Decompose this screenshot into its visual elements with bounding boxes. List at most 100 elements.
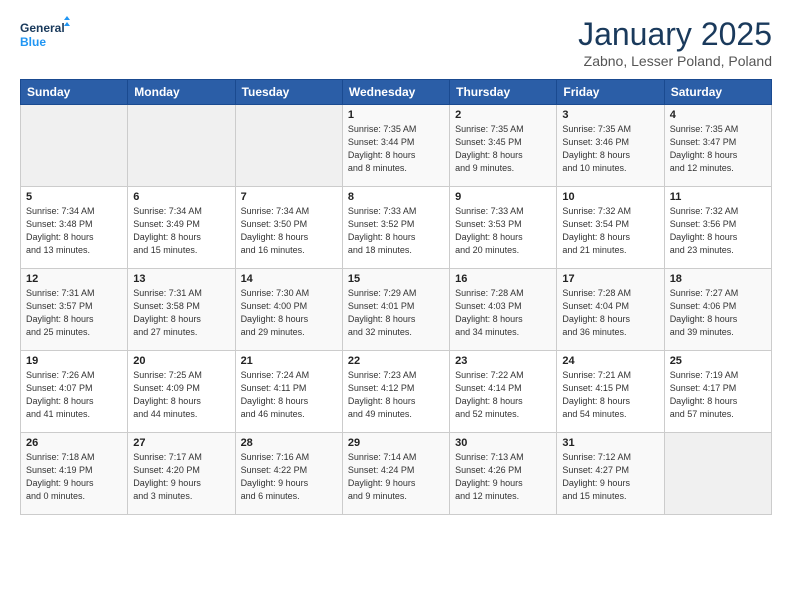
svg-text:Blue: Blue: [20, 35, 46, 49]
calendar-cell: [128, 105, 235, 187]
calendar-cell: 21 Sunrise: 7:24 AMSunset: 4:11 PMDayligh…: [235, 351, 342, 433]
day-number: 15: [348, 273, 444, 285]
day-number: 28: [241, 437, 337, 449]
week-row-4: 19 Sunrise: 7:26 AMSunset: 4:07 PMDayligh…: [21, 351, 772, 433]
day-number: 27: [133, 437, 229, 449]
calendar-cell: 24Sunrise: 7:21 AMSunset: 4:15 PMDayligh…: [557, 351, 664, 433]
calendar-page: General Blue January 2025 Zabno, Lesser …: [0, 0, 792, 612]
day-info: Sunrise: 7:22 AMSunset: 4:14 PMDaylight:…: [455, 369, 551, 421]
logo-svg: General Blue: [20, 16, 70, 56]
weekday-header-row: SundayMondayTuesdayWednesdayThursdayFrid…: [21, 80, 772, 105]
day-number: 23: [455, 355, 551, 367]
calendar-cell: 7 Sunrise: 7:34 AMSunset: 3:50 PMDaylight…: [235, 187, 342, 269]
calendar-cell: 15 Sunrise: 7:29 AMSunset: 4:01 PMDayligh…: [342, 269, 449, 351]
calendar-cell: 16Sunrise: 7:28 AMSunset: 4:03 PMDayligh…: [450, 269, 557, 351]
day-info: Sunrise: 7:26 AMSunset: 4:07 PMDaylight:…: [26, 369, 122, 421]
week-row-2: 5 Sunrise: 7:34 AMSunset: 3:48 PMDaylight…: [21, 187, 772, 269]
day-number: 31: [562, 437, 658, 449]
calendar-cell: 18Sunrise: 7:27 AMSunset: 4:06 PMDayligh…: [664, 269, 771, 351]
day-info: Sunrise: 7:34 AMSunset: 3:49 PMDaylight:…: [133, 205, 229, 257]
day-number: 18: [670, 273, 766, 285]
calendar-cell: 1 Sunrise: 7:35 AMSunset: 3:44 PMDaylight…: [342, 105, 449, 187]
day-number: 12: [26, 273, 122, 285]
calendar-cell: 28Sunrise: 7:16 AMSunset: 4:22 PMDayligh…: [235, 433, 342, 515]
day-number: 20: [133, 355, 229, 367]
day-number: 9: [455, 191, 551, 203]
calendar-cell: 6Sunrise: 7:34 AMSunset: 3:49 PMDaylight…: [128, 187, 235, 269]
day-number: 1: [348, 109, 444, 121]
day-number: 21: [241, 355, 337, 367]
week-row-1: 1 Sunrise: 7:35 AMSunset: 3:44 PMDaylight…: [21, 105, 772, 187]
day-number: 7: [241, 191, 337, 203]
calendar-cell: [235, 105, 342, 187]
day-number: 24: [562, 355, 658, 367]
day-info: Sunrise: 7:23 AMSunset: 4:12 PMDaylight:…: [348, 369, 444, 421]
calendar-cell: 20 Sunrise: 7:25 AMSunset: 4:09 PMDayligh…: [128, 351, 235, 433]
day-info: Sunrise: 7:32 AMSunset: 3:56 PMDaylight:…: [670, 205, 766, 257]
day-number: 25: [670, 355, 766, 367]
calendar-cell: [21, 105, 128, 187]
svg-text:General: General: [20, 21, 65, 35]
calendar-cell: 2Sunrise: 7:35 AMSunset: 3:45 PMDaylight…: [450, 105, 557, 187]
calendar-cell: 9 Sunrise: 7:33 AMSunset: 3:53 PMDaylight…: [450, 187, 557, 269]
day-info: Sunrise: 7:34 AMSunset: 3:48 PMDaylight:…: [26, 205, 122, 257]
day-info: Sunrise: 7:32 AMSunset: 3:54 PMDaylight:…: [562, 205, 658, 257]
day-info: Sunrise: 7:35 AMSunset: 3:46 PMDaylight:…: [562, 123, 658, 175]
day-info: Sunrise: 7:33 AMSunset: 3:52 PMDaylight:…: [348, 205, 444, 257]
day-number: 19: [26, 355, 122, 367]
calendar-cell: 29Sunrise: 7:14 AMSunset: 4:24 PMDayligh…: [342, 433, 449, 515]
weekday-header-tuesday: Tuesday: [235, 80, 342, 105]
week-row-5: 26Sunrise: 7:18 AMSunset: 4:19 PMDayligh…: [21, 433, 772, 515]
weekday-header-monday: Monday: [128, 80, 235, 105]
day-info: Sunrise: 7:30 AMSunset: 4:00 PMDaylight:…: [241, 287, 337, 339]
calendar-cell: 4 Sunrise: 7:35 AMSunset: 3:47 PMDaylight…: [664, 105, 771, 187]
weekday-header-wednesday: Wednesday: [342, 80, 449, 105]
calendar-cell: 12 Sunrise: 7:31 AMSunset: 3:57 PMDayligh…: [21, 269, 128, 351]
day-info: Sunrise: 7:12 AMSunset: 4:27 PMDaylight:…: [562, 451, 658, 503]
day-number: 17: [562, 273, 658, 285]
calendar-cell: [664, 433, 771, 515]
weekday-header-saturday: Saturday: [664, 80, 771, 105]
calendar-cell: 22 Sunrise: 7:23 AMSunset: 4:12 PMDayligh…: [342, 351, 449, 433]
calendar-cell: 13Sunrise: 7:31 AMSunset: 3:58 PMDayligh…: [128, 269, 235, 351]
day-info: Sunrise: 7:24 AMSunset: 4:11 PMDaylight:…: [241, 369, 337, 421]
day-info: Sunrise: 7:29 AMSunset: 4:01 PMDaylight:…: [348, 287, 444, 339]
logo: General Blue: [20, 16, 70, 56]
calendar-cell: 17 Sunrise: 7:28 AMSunset: 4:04 PMDayligh…: [557, 269, 664, 351]
day-info: Sunrise: 7:31 AMSunset: 3:57 PMDaylight:…: [26, 287, 122, 339]
day-number: 22: [348, 355, 444, 367]
day-number: 10: [562, 191, 658, 203]
day-number: 5: [26, 191, 122, 203]
day-number: 30: [455, 437, 551, 449]
day-info: Sunrise: 7:28 AMSunset: 4:03 PMDaylight:…: [455, 287, 551, 339]
day-info: Sunrise: 7:19 AMSunset: 4:17 PMDaylight:…: [670, 369, 766, 421]
calendar-cell: 11 Sunrise: 7:32 AMSunset: 3:56 PMDayligh…: [664, 187, 771, 269]
day-info: Sunrise: 7:18 AMSunset: 4:19 PMDaylight:…: [26, 451, 122, 503]
calendar-cell: 25 Sunrise: 7:19 AMSunset: 4:17 PMDayligh…: [664, 351, 771, 433]
day-number: 8: [348, 191, 444, 203]
day-number: 11: [670, 191, 766, 203]
day-info: Sunrise: 7:35 AMSunset: 3:44 PMDaylight:…: [348, 123, 444, 175]
day-info: Sunrise: 7:34 AMSunset: 3:50 PMDaylight:…: [241, 205, 337, 257]
calendar-cell: 14 Sunrise: 7:30 AMSunset: 4:00 PMDayligh…: [235, 269, 342, 351]
day-number: 2: [455, 109, 551, 121]
calendar-cell: 8 Sunrise: 7:33 AMSunset: 3:52 PMDaylight…: [342, 187, 449, 269]
calendar-table: SundayMondayTuesdayWednesdayThursdayFrid…: [20, 79, 772, 515]
weekday-header-sunday: Sunday: [21, 80, 128, 105]
day-info: Sunrise: 7:35 AMSunset: 3:47 PMDaylight:…: [670, 123, 766, 175]
calendar-title: January 2025: [578, 16, 772, 53]
calendar-cell: 5 Sunrise: 7:34 AMSunset: 3:48 PMDaylight…: [21, 187, 128, 269]
calendar-subtitle: Zabno, Lesser Poland, Poland: [578, 53, 772, 69]
header: General Blue January 2025 Zabno, Lesser …: [20, 16, 772, 69]
day-info: Sunrise: 7:33 AMSunset: 3:53 PMDaylight:…: [455, 205, 551, 257]
day-number: 4: [670, 109, 766, 121]
week-row-3: 12 Sunrise: 7:31 AMSunset: 3:57 PMDayligh…: [21, 269, 772, 351]
day-number: 14: [241, 273, 337, 285]
day-info: Sunrise: 7:25 AMSunset: 4:09 PMDaylight:…: [133, 369, 229, 421]
calendar-cell: 31 Sunrise: 7:12 AMSunset: 4:27 PMDayligh…: [557, 433, 664, 515]
weekday-header-thursday: Thursday: [450, 80, 557, 105]
calendar-cell: 10 Sunrise: 7:32 AMSunset: 3:54 PMDayligh…: [557, 187, 664, 269]
calendar-cell: 30Sunrise: 7:13 AMSunset: 4:26 PMDayligh…: [450, 433, 557, 515]
day-number: 13: [133, 273, 229, 285]
day-info: Sunrise: 7:28 AMSunset: 4:04 PMDaylight:…: [562, 287, 658, 339]
